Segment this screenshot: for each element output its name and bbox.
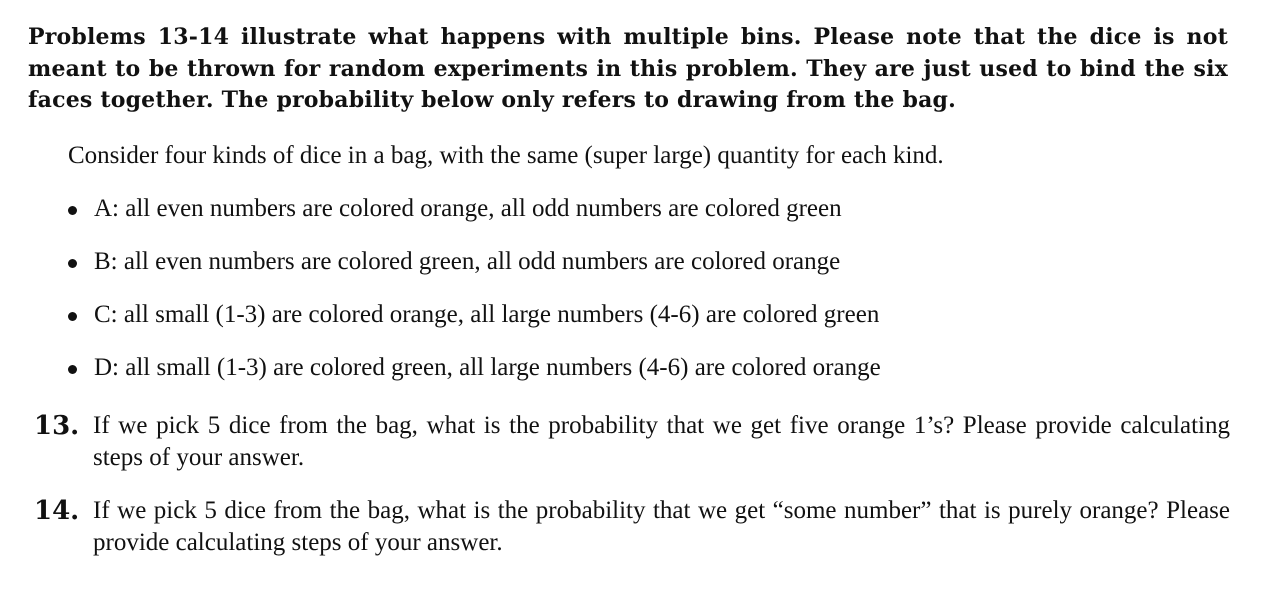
document-page: Problems 13-14 illustrate what happens w… [0,0,1270,591]
question-text: If we pick 5 dice from the bag, what is … [93,497,1230,556]
bullet-icon [68,259,77,268]
consider-paragraph: Consider four kinds of dice in a bag, wi… [68,142,944,169]
question-text: If we pick 5 dice from the bag, what is … [93,412,1230,471]
question-number: 14. [34,496,80,526]
dice-kind-b: B: all even numbers are colored green, a… [94,248,841,275]
dice-kind-d: D: all small (1-3) are colored green, al… [94,354,881,381]
intro-paragraph: Problems 13-14 illustrate what happens w… [28,24,1228,113]
bullet-icon [68,206,77,215]
bullet-icon [68,312,77,321]
dice-kind-a: A: all even numbers are colored orange, … [94,195,842,222]
dice-kind-c: C: all small (1-3) are colored orange, a… [94,301,880,328]
question-number: 13. [34,411,80,441]
bullet-icon [68,365,77,374]
